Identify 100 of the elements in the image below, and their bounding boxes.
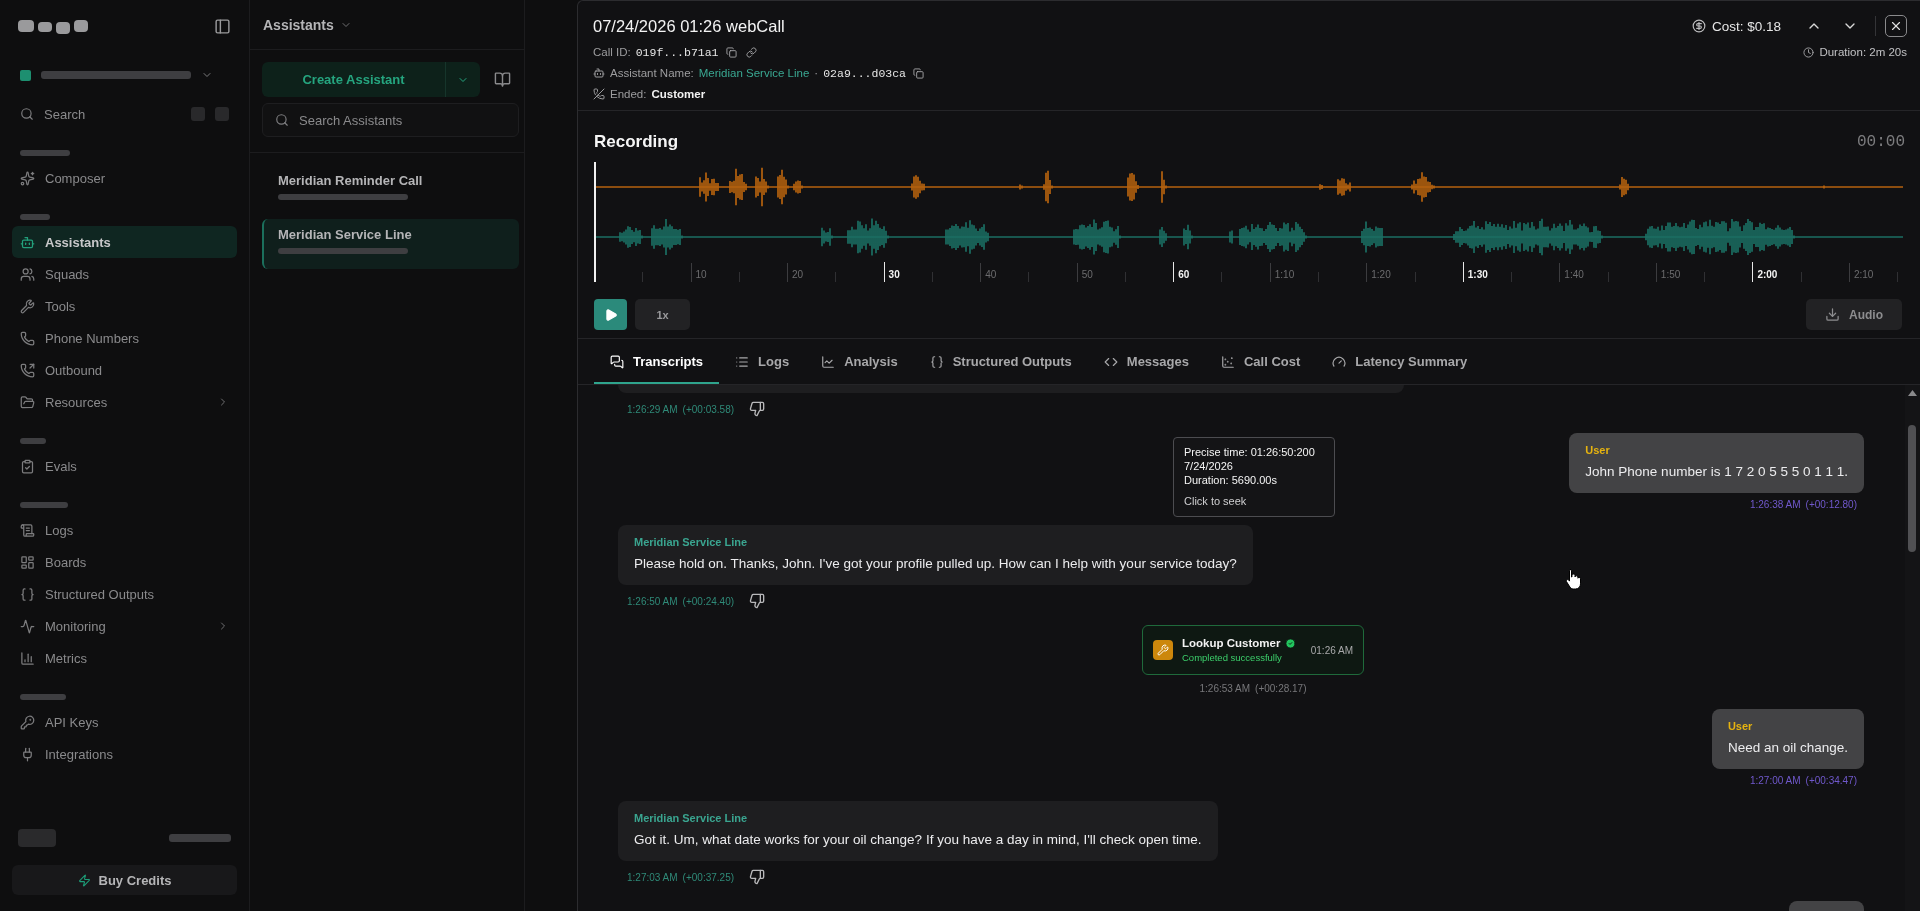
link-button[interactable] [743, 44, 759, 60]
panel-title: Assistants [263, 16, 334, 33]
phone-icon [20, 330, 35, 346]
tick-label: 1:10 [1274, 269, 1295, 281]
ended-label: Ended: [610, 88, 647, 100]
sidebar-item[interactable]: Outbound [12, 354, 237, 386]
book-icon[interactable] [494, 71, 511, 88]
scatter-chart-icon [1220, 354, 1235, 369]
sidebar-item[interactable]: Monitoring [12, 610, 237, 642]
tick-label: 40 [985, 269, 997, 281]
sidebar-item-label: Tools [45, 298, 77, 314]
tick-label: 20 [792, 269, 804, 281]
line-chart-icon [821, 354, 836, 369]
tick-label: 10 [695, 269, 707, 281]
braces-icon [20, 586, 35, 602]
thumbs-down-button[interactable] [749, 401, 766, 417]
sidebar-item-label: Structured Outputs [45, 586, 156, 602]
speed-button[interactable]: 1x [635, 299, 690, 330]
check-circle-icon [1285, 637, 1297, 649]
sidebar-item[interactable]: Boards [12, 546, 237, 578]
gauge-icon [1332, 354, 1347, 369]
time-offset: (+00:24.40) [682, 595, 735, 607]
pulse-icon [20, 618, 35, 634]
sidebar-item[interactable]: Squads [12, 258, 237, 290]
tick-mark [1704, 272, 1706, 282]
call-id-label: Call ID: [593, 46, 631, 58]
ended-value: Customer [651, 88, 706, 100]
tick-label: 1:40 [1564, 269, 1584, 281]
sidebar-item[interactable]: Structured Outputs [12, 578, 237, 610]
tick-mark [1366, 263, 1368, 282]
sidebar-item[interactable]: Metrics [12, 642, 237, 674]
tab[interactable]: Call Cost [1204, 339, 1317, 384]
tool-name: Lookup Customer [1182, 637, 1281, 649]
robot-icon [593, 67, 605, 79]
tick-mark [980, 263, 982, 282]
tab[interactable]: Latency Summary [1316, 339, 1484, 384]
tick-mark [1221, 272, 1223, 282]
braces-icon [929, 354, 944, 369]
tick-label: 1:30 [1467, 269, 1488, 281]
search-icon [20, 107, 34, 121]
copy-button[interactable] [723, 44, 739, 60]
dashboard-icon [20, 554, 35, 570]
sparkle-icon [20, 170, 35, 186]
assistant-name-link[interactable]: Meridian Service Line [698, 67, 810, 79]
buy-credits-button[interactable]: Buy Credits [12, 865, 237, 895]
scrollbar-thumb[interactable] [1908, 425, 1916, 552]
tooltip-line: 7/24/2026 [1184, 459, 1234, 473]
sidebar-item[interactable]: Tools [12, 290, 237, 322]
tool-time: 01:26 AM [1310, 644, 1353, 656]
sidebar-toggle-icon[interactable] [214, 17, 231, 35]
sidebar-item[interactable]: Logs [12, 514, 237, 546]
avatar-icon [20, 69, 31, 81]
message-time: 1:27:03 AM [627, 871, 678, 883]
assistant-name-label: Assistant Name: [610, 67, 694, 79]
message-time: 1:27:00 AM [1749, 774, 1801, 786]
search-field[interactable]: Search [12, 103, 237, 125]
sidebar-item-label: Monitoring [45, 618, 107, 634]
blurred-heading-drawing [20, 438, 46, 444]
sidebar-item[interactable]: Composer [12, 162, 237, 194]
assistant-id: 02a9...d03ca [823, 66, 906, 80]
call-id-value: 019f...b71a1 [635, 45, 719, 59]
hand-cursor-icon [1565, 568, 1581, 590]
bar-chart-icon [20, 650, 35, 666]
sidebar-item[interactable]: API Keys [12, 706, 237, 738]
search-field[interactable]: Search Assistants [262, 103, 519, 137]
sidebar-item[interactable]: Phone Numbers [12, 322, 237, 354]
tick-mark [883, 262, 885, 282]
assistant-list-item[interactable]: Meridian Reminder Call [262, 165, 519, 215]
tick-mark [1511, 272, 1513, 282]
thumbs-down-button[interactable] [749, 593, 766, 609]
lightning-icon [77, 873, 91, 887]
sidebar-item-label: Phone Numbers [45, 330, 140, 346]
thumbs-down-button[interactable] [749, 869, 766, 885]
sidebar-item[interactable]: Assistants [12, 226, 237, 258]
tick-mark [642, 272, 644, 282]
sidebar-item-label: Integrations [45, 746, 114, 762]
robot-icon [20, 234, 35, 250]
plug-icon [20, 746, 35, 762]
close-button[interactable] [1885, 15, 1907, 37]
call-title: 07/24/2026 01:26 webCall [593, 16, 786, 37]
create-assistant-button[interactable]: Create Assistant [262, 62, 445, 97]
sidebar-item[interactable]: Integrations [12, 738, 237, 770]
copy-button[interactable] [911, 65, 926, 81]
tab[interactable]: Logs [719, 339, 806, 384]
play-button[interactable] [594, 299, 627, 330]
time-offset: (+00:34.47) [1805, 774, 1857, 786]
dollar-circle-icon [1691, 19, 1706, 33]
speaker-name: User [1585, 443, 1611, 457]
key-hint-icon [215, 107, 229, 121]
assistant-list-item[interactable]: Meridian Service Line [262, 219, 519, 269]
sidebar-item-label: Evals [45, 458, 78, 474]
sidebar-item[interactable]: Evals [12, 450, 237, 482]
download-audio-button[interactable]: Audio [1806, 299, 1902, 330]
tab[interactable]: Analysis [805, 339, 914, 384]
message-time: 1:26:53 AM [1199, 682, 1251, 694]
thumbs-down-icon [749, 401, 766, 417]
scroll-up-arrow-icon[interactable] [1908, 390, 1917, 396]
tab[interactable]: Structured Outputs [913, 339, 1088, 384]
tab[interactable]: Messages [1087, 339, 1205, 384]
sidebar-item[interactable]: Resources [12, 386, 237, 418]
